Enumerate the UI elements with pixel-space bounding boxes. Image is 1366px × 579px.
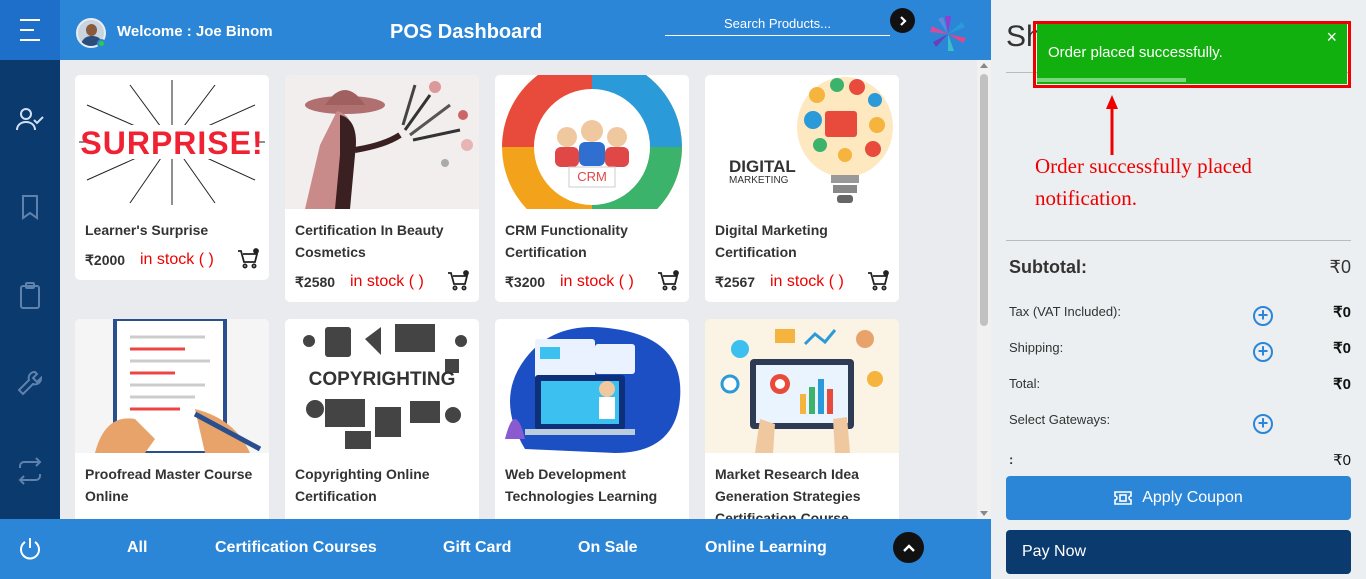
product-card[interactable]: DIGITAL MARKETING Digital Marketing Cert… — [705, 75, 899, 302]
add-shipping-icon[interactable]: + — [1253, 342, 1273, 362]
product-image: SURPRISE! — [75, 75, 269, 209]
chevron-up-icon[interactable] — [893, 532, 924, 563]
extra-label: : — [1009, 452, 1014, 467]
subtotal-value: ₹0 — [1329, 257, 1351, 277]
divider — [1006, 240, 1351, 241]
product-grid: SURPRISE! Learner's Surprise ₹2000 in st… — [60, 60, 977, 519]
product-name: Certification In Beauty Cosmetics — [295, 222, 444, 260]
repeat-icon[interactable] — [15, 456, 45, 486]
stock-status: in stock ( ) — [770, 273, 844, 290]
toast-progress-bar — [1037, 78, 1186, 82]
online-status-icon — [97, 39, 106, 48]
category-certification-courses[interactable]: Certification Courses — [215, 539, 377, 557]
product-price: ₹2580 — [295, 274, 336, 290]
search-go-icon[interactable] — [890, 8, 915, 33]
add-gateway-icon[interactable]: + — [1253, 414, 1273, 434]
category-online-learning[interactable]: Online Learning — [705, 539, 827, 557]
product-card[interactable]: COPYRIGHTING Copyrighting Online Certifi… — [285, 319, 479, 519]
product-image: DIGITAL MARKETING — [705, 75, 899, 209]
page-title: POS Dashboard — [390, 21, 543, 43]
annotation-text: Order successfully placed notification. — [1035, 154, 1252, 210]
product-card[interactable]: CRM CRM Functionality Certification ₹320… — [495, 75, 689, 302]
product-price: ₹2567 — [715, 274, 756, 290]
menu-icon[interactable] — [0, 0, 60, 60]
product-image-text: COPYRIGHTING — [308, 369, 456, 390]
product-card[interactable]: Web Development Technologies Learning — [495, 319, 689, 519]
product-name: Web Development Technologies Learning — [505, 466, 658, 504]
coupon-icon — [1114, 491, 1133, 505]
shipping-label: Shipping: — [1009, 340, 1064, 355]
brand-logo-icon — [930, 16, 966, 51]
search-input[interactable] — [665, 11, 890, 36]
toast-message: Order placed successfully. — [1048, 44, 1223, 61]
product-image: CRM — [495, 75, 689, 209]
subtotal-label: Subtotal: — [1009, 257, 1087, 277]
extra-value: ₹0 — [1333, 452, 1351, 469]
add-to-cart-icon[interactable] — [447, 270, 469, 292]
tax-label: Tax (VAT Included): — [1009, 304, 1121, 319]
add-to-cart-icon[interactable] — [237, 248, 259, 270]
stock-status: in stock ( ) — [350, 273, 424, 290]
category-all[interactable]: All — [127, 539, 147, 557]
product-image — [285, 75, 479, 209]
gateways-label: Select Gateways: — [1009, 412, 1111, 427]
scroll-up-arrow-icon[interactable] — [980, 63, 988, 68]
product-image — [75, 319, 269, 453]
product-price: ₹2000 — [85, 252, 126, 268]
stock-status: in stock ( ) — [140, 251, 214, 268]
add-to-cart-icon[interactable] — [657, 270, 679, 292]
category-gift-card[interactable]: Gift Card — [443, 539, 511, 557]
product-scrollbar[interactable] — [977, 60, 991, 519]
product-image — [705, 319, 899, 453]
add-to-cart-icon[interactable] — [867, 270, 889, 292]
top-bar: Welcome : Joe Binom POS Dashboard — [60, 0, 991, 60]
add-tax-icon[interactable]: + — [1253, 306, 1273, 326]
product-card[interactable]: Market Research Idea Generation Strategi… — [705, 319, 899, 519]
product-name: Proofread Master Course Online — [85, 466, 253, 504]
success-toast: Order placed successfully. × — [1037, 24, 1347, 84]
clipboard-icon[interactable] — [15, 281, 45, 311]
user-check-icon[interactable] — [15, 104, 45, 134]
category-bar: All Certification Courses Gift Card On S… — [60, 519, 991, 579]
product-card[interactable]: Proofread Master Course Online — [75, 319, 269, 519]
tax-value: ₹0 — [1333, 304, 1351, 321]
pay-now-label: Pay Now — [1022, 543, 1087, 560]
scroll-down-arrow-icon[interactable] — [980, 511, 988, 516]
category-on-sale[interactable]: On Sale — [578, 539, 638, 557]
product-card[interactable]: Certification In Beauty Cosmetics ₹2580 … — [285, 75, 479, 302]
welcome-text: Welcome : Joe Binom — [117, 23, 273, 40]
scrollbar-thumb[interactable] — [980, 74, 988, 326]
product-image-subtext: MARKETING — [729, 175, 789, 186]
power-icon[interactable] — [0, 519, 60, 579]
close-icon[interactable]: × — [1326, 27, 1337, 48]
product-name: Market Research Idea Generation Strategi… — [715, 466, 861, 519]
product-image-text: DIGITAL — [729, 157, 796, 176]
product-card[interactable]: SURPRISE! Learner's Surprise ₹2000 in st… — [75, 75, 269, 280]
product-image-text: CRM — [577, 169, 607, 184]
product-image: COPYRIGHTING — [285, 319, 479, 453]
total-value: ₹0 — [1333, 376, 1351, 393]
bookmark-icon[interactable] — [15, 192, 45, 222]
apply-coupon-label: Apply Coupon — [1142, 489, 1243, 506]
product-price: ₹3200 — [505, 274, 546, 290]
product-name: CRM Functionality Certification — [505, 222, 628, 260]
product-name: Learner's Surprise — [85, 222, 209, 238]
product-image — [495, 319, 689, 453]
annotation-arrow-icon — [1106, 95, 1118, 155]
total-label: Total: — [1009, 376, 1041, 391]
product-name: Digital Marketing Certification — [715, 222, 828, 260]
shipping-value: ₹0 — [1333, 340, 1351, 357]
apply-coupon-button[interactable]: Apply Coupon — [1006, 476, 1351, 520]
product-image-text: SURPRISE! — [80, 125, 264, 161]
product-name: Copyrighting Online Certification — [295, 466, 430, 504]
sidebar — [0, 0, 60, 579]
stock-status: in stock ( ) — [560, 273, 634, 290]
pay-now-button[interactable]: Pay Now — [1006, 530, 1351, 574]
wrench-icon[interactable] — [15, 368, 45, 398]
